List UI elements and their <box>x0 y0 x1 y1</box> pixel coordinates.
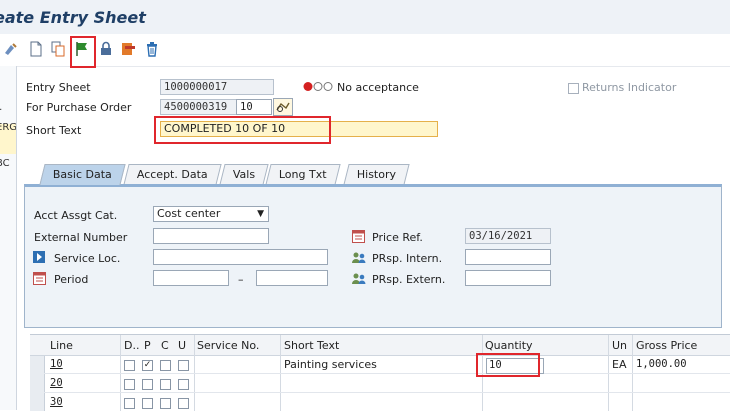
line-number[interactable]: 30 <box>50 396 63 408</box>
revoke-acceptance-icon[interactable] <box>120 41 136 57</box>
gross-price-cell[interactable]: 1,000.00 <box>636 358 687 370</box>
acct-assgt-label: Acct Assgt Cat. <box>34 209 118 222</box>
col-header-p[interactable]: P <box>144 337 151 355</box>
tab-label: History <box>356 168 397 181</box>
price-ref-label: Price Ref. <box>372 231 423 244</box>
p-checkbox[interactable] <box>142 398 153 409</box>
service-loc-icon[interactable] <box>33 251 45 263</box>
p-checkbox[interactable] <box>142 379 153 390</box>
short-text-cell[interactable]: Painting services <box>284 358 377 371</box>
period-icon <box>33 272 46 288</box>
external-number-label: External Number <box>34 231 128 244</box>
short-text-label: Short Text <box>26 124 82 137</box>
deleted-checkbox[interactable] <box>124 398 135 409</box>
deleted-checkbox[interactable] <box>124 360 135 371</box>
col-header-short-text[interactable]: Short Text <box>284 337 339 355</box>
tab-accept-data[interactable]: Accept. Data <box>123 164 222 185</box>
purchase-order-label: For Purchase Order <box>26 101 132 114</box>
u-checkbox[interactable] <box>178 398 189 409</box>
col-header-line[interactable]: Line <box>50 337 73 355</box>
period-from-field[interactable] <box>153 270 229 286</box>
person-extern-icon <box>351 272 367 288</box>
title-bar: eate Entry Sheet <box>0 0 730 35</box>
unit-cell[interactable]: EA <box>612 358 626 371</box>
period-to-field[interactable] <box>256 270 328 286</box>
prsp-intern-field[interactable] <box>465 249 551 265</box>
acceptance-status-icon <box>303 81 333 95</box>
toolbar <box>0 34 730 68</box>
left-panel-item[interactable]: BC <box>0 158 10 169</box>
price-ref-field[interactable]: 03/16/2021 <box>465 228 551 244</box>
window-title: eate Entry Sheet <box>0 8 146 27</box>
u-checkbox[interactable] <box>178 360 189 371</box>
left-panel-item[interactable]: .. <box>0 102 2 113</box>
display-change-icon[interactable] <box>3 41 19 57</box>
row-divider <box>44 373 730 374</box>
left-panel-item[interactable]: ERG <box>0 122 16 133</box>
entry-sheet-label: Entry Sheet <box>26 81 91 94</box>
line-number[interactable]: 20 <box>50 377 63 389</box>
c-checkbox[interactable] <box>160 398 171 409</box>
service-loc-field[interactable] <box>153 249 328 265</box>
copy-icon[interactable] <box>50 41 66 57</box>
deleted-checkbox[interactable] <box>124 379 135 390</box>
accept-flag-highlight <box>70 36 96 68</box>
lock-icon[interactable] <box>98 41 114 57</box>
po-item-field[interactable]: 10 <box>236 99 272 115</box>
returns-indicator-checkbox[interactable] <box>568 83 579 94</box>
tab-vals[interactable]: Vals <box>219 164 269 185</box>
col-header-d[interactable]: D.. <box>124 337 139 355</box>
quantity-highlight <box>476 353 540 377</box>
tab-label: Long Txt <box>278 168 327 181</box>
tab-basic-data[interactable]: Basic Data <box>39 164 126 185</box>
returns-indicator-label: Returns Indicator <box>582 81 677 94</box>
short-text-highlight <box>154 116 331 144</box>
new-document-icon[interactable] <box>28 41 44 57</box>
entry-sheet-field[interactable]: 1000000017 <box>160 79 274 95</box>
col-header-gross-price[interactable]: Gross Price <box>636 337 697 355</box>
search-help-icon[interactable] <box>273 98 293 116</box>
person-intern-icon <box>351 251 367 267</box>
line-number[interactable]: 10 <box>50 358 63 370</box>
row-divider <box>44 392 730 393</box>
period-separator: – <box>238 273 244 286</box>
purchase-order-field[interactable]: 4500000319 <box>160 99 238 115</box>
tab-long-txt[interactable]: Long Txt <box>265 164 341 185</box>
tab-label: Vals <box>232 168 256 181</box>
col-header-service-no[interactable]: Service No. <box>197 337 259 355</box>
acct-assgt-value: Cost center <box>157 207 221 220</box>
period-label: Period <box>54 273 89 286</box>
tab-label: Accept. Data <box>136 168 208 181</box>
tab-label: Basic Data <box>52 168 112 181</box>
prsp-intern-label: PRsp. Intern. <box>372 252 443 265</box>
prsp-extern-label: PRsp. Extern. <box>372 273 446 286</box>
c-checkbox[interactable] <box>160 379 171 390</box>
p-checkbox[interactable]: ✓ <box>142 360 153 371</box>
price-ref-icon <box>352 230 365 246</box>
u-checkbox[interactable] <box>178 379 189 390</box>
service-loc-label: Service Loc. <box>54 252 121 265</box>
acceptance-status-text: No acceptance <box>337 81 419 94</box>
prsp-extern-field[interactable] <box>465 270 551 286</box>
col-header-c[interactable]: C <box>161 337 169 355</box>
chevron-down-icon: ▼ <box>257 209 264 219</box>
c-checkbox[interactable] <box>160 360 171 371</box>
tab-history[interactable]: History <box>343 164 410 185</box>
acct-assgt-select[interactable]: Cost center ▼ <box>153 206 269 222</box>
col-header-u[interactable]: U <box>178 337 186 355</box>
external-number-field[interactable] <box>153 228 269 244</box>
col-header-unit[interactable]: Un <box>612 337 627 355</box>
service-lines-table: Line D.. P C U Service No. Short Text Qu… <box>30 334 730 411</box>
delete-icon[interactable] <box>144 41 160 57</box>
left-panel: .. ERG BC <box>0 66 17 410</box>
